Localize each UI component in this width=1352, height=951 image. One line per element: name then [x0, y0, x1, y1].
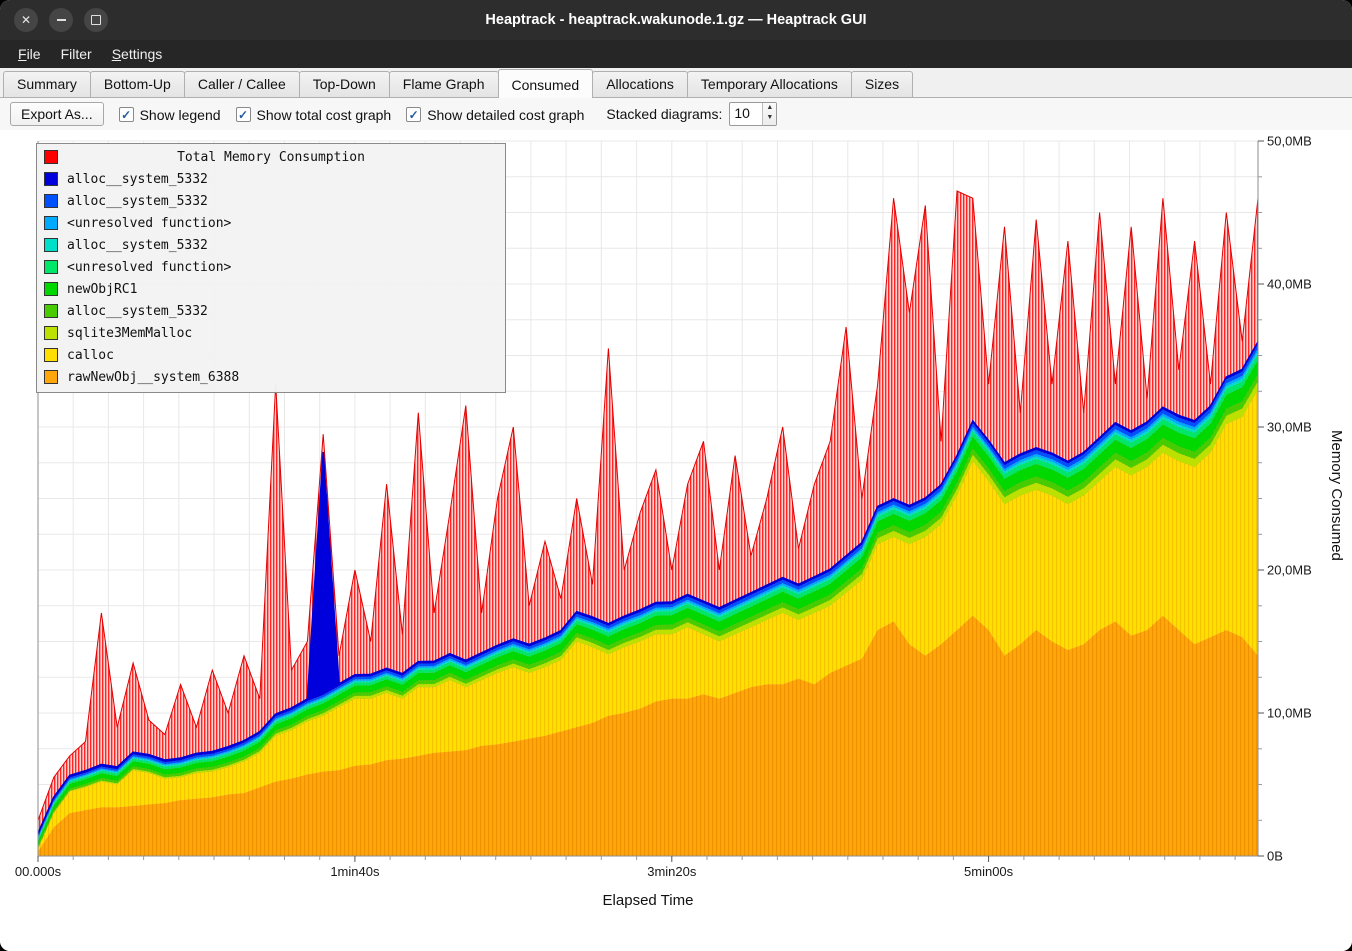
stacked-diagrams-value: 10 [730, 103, 762, 125]
legend-row-label: <unresolved function> [67, 260, 231, 275]
legend-row-label: alloc__system_5332 [67, 172, 208, 187]
legend-row-label: sqlite3MemMalloc [67, 326, 192, 341]
menu-file[interactable]: File [8, 42, 51, 66]
legend-row: <unresolved function> [37, 256, 505, 278]
window-controls: ✕ [14, 8, 108, 32]
stacked-diagrams-label: Stacked diagrams: [606, 106, 722, 122]
legend-row: alloc__system_5332 [37, 300, 505, 322]
export-as-button[interactable]: Export As... [10, 102, 104, 126]
legend-row: <unresolved function> [37, 212, 505, 234]
legend-title-row: Total Memory Consumption [37, 146, 505, 168]
chart-legend: Total Memory Consumption alloc__system_53… [36, 143, 506, 393]
close-button[interactable]: ✕ [14, 8, 38, 32]
y-tick-label: 10,0MB [1267, 706, 1312, 721]
tab-sizes[interactable]: Sizes [851, 71, 913, 97]
checkbox-show-legend[interactable]: ✓ Show legend [119, 107, 221, 123]
spin-down-button[interactable]: ▼ [763, 113, 776, 123]
legend-color-swatch [44, 348, 58, 362]
minimize-icon [57, 19, 66, 21]
legend-row: calloc [37, 344, 505, 366]
legend-color-swatch [44, 326, 58, 340]
checkbox-show-total-cost-graph[interactable]: ✓ Show total cost graph [236, 107, 392, 123]
legend-color-swatch [44, 260, 58, 274]
legend-row-label: alloc__system_5332 [67, 238, 208, 253]
y-tick-label: 0B [1267, 849, 1283, 864]
legend-row-label: <unresolved function> [67, 216, 231, 231]
legend-row: alloc__system_5332 [37, 190, 505, 212]
legend-row: rawNewObj__system_6388 [37, 366, 505, 388]
legend-color-swatch [44, 216, 58, 230]
legend-color-swatch [44, 282, 58, 296]
minimize-button[interactable] [49, 8, 73, 32]
titlebar: ✕ Heaptrack - heaptrack.wakunode.1.gz — … [0, 0, 1352, 40]
stacked-diagrams-spinbox[interactable]: 10 ▲ ▼ [729, 102, 777, 126]
y-tick-label: 20,0MB [1267, 563, 1312, 578]
tab-flame-graph[interactable]: Flame Graph [389, 71, 499, 97]
tab-allocations[interactable]: Allocations [592, 71, 688, 97]
checkbox-label: Show legend [140, 107, 221, 123]
tab-top-down[interactable]: Top-Down [299, 71, 390, 97]
x-tick-label: 1min40s [330, 864, 380, 879]
spinbox-arrows: ▲ ▼ [762, 103, 776, 125]
maximize-button[interactable] [84, 8, 108, 32]
tab-summary[interactable]: Summary [3, 71, 91, 97]
chart-area: 00.000s 1min40s 3min20s 5min00s 0B 10,0MB 20,0… [0, 130, 1352, 951]
legend-color-swatch [44, 194, 58, 208]
x-tick-label: 3min20s [647, 864, 697, 879]
legend-color-swatch [44, 238, 58, 252]
maximize-icon [91, 15, 101, 25]
close-icon: ✕ [21, 13, 31, 27]
legend-color-swatch [44, 172, 58, 186]
x-tick-label: 5min00s [964, 864, 1014, 879]
y-tick-label: 40,0MB [1267, 277, 1312, 292]
checkbox-label: Show total cost graph [257, 107, 392, 123]
tab-caller-callee[interactable]: Caller / Callee [184, 71, 300, 97]
menu-filter[interactable]: Filter [51, 42, 102, 66]
toolbar: Export As... ✓ Show legend ✓ Show total cos… [0, 98, 1352, 130]
legend-color-swatch [44, 370, 58, 384]
y-axis-title: Memory Consumed [1328, 430, 1345, 561]
x-tick-label: 00.000s [15, 864, 62, 879]
tab-consumed[interactable]: Consumed [498, 69, 594, 98]
toolbar-checkboxes: ✓ Show legend ✓ Show total cost graph ✓ Show … [104, 106, 585, 123]
spin-up-button[interactable]: ▲ [763, 103, 776, 113]
legend-row-label: rawNewObj__system_6388 [67, 370, 239, 385]
tab-temporary-allocations[interactable]: Temporary Allocations [687, 71, 852, 97]
legend-row-label: newObjRC1 [67, 282, 137, 297]
legend-row: newObjRC1 [37, 278, 505, 300]
checkbox-box[interactable]: ✓ [236, 107, 251, 122]
legend-row: alloc__system_5332 [37, 168, 505, 190]
y-tick-label: 50,0MB [1267, 134, 1312, 149]
checkbox-show-detailed-cost-graph[interactable]: ✓ Show detailed cost graph [406, 107, 584, 123]
y-tick-label: 30,0MB [1267, 420, 1312, 435]
legend-row-label: calloc [67, 348, 114, 363]
legend-color-swatch [44, 304, 58, 318]
legend-row: sqlite3MemMalloc [37, 322, 505, 344]
window-title: Heaptrack - heaptrack.wakunode.1.gz — He… [485, 12, 866, 28]
menubar: FileFilterSettings [0, 40, 1352, 68]
legend-row: alloc__system_5332 [37, 234, 505, 256]
checkbox-label: Show detailed cost graph [427, 107, 584, 123]
checkbox-box[interactable]: ✓ [119, 107, 134, 122]
tab-bar: SummaryBottom-UpCaller / CalleeTop-DownF… [0, 68, 1352, 98]
tab-bottom-up[interactable]: Bottom-Up [90, 71, 185, 97]
menu-settings[interactable]: Settings [102, 42, 173, 66]
x-axis-title: Elapsed Time [603, 892, 694, 909]
legend-title: Total Memory Consumption [177, 150, 365, 165]
legend-row-label: alloc__system_5332 [67, 194, 208, 209]
app-window: ✕ Heaptrack - heaptrack.wakunode.1.gz — … [0, 0, 1352, 951]
legend-color-swatch [44, 150, 58, 164]
legend-row-label: alloc__system_5332 [67, 304, 208, 319]
checkbox-box[interactable]: ✓ [406, 107, 421, 122]
